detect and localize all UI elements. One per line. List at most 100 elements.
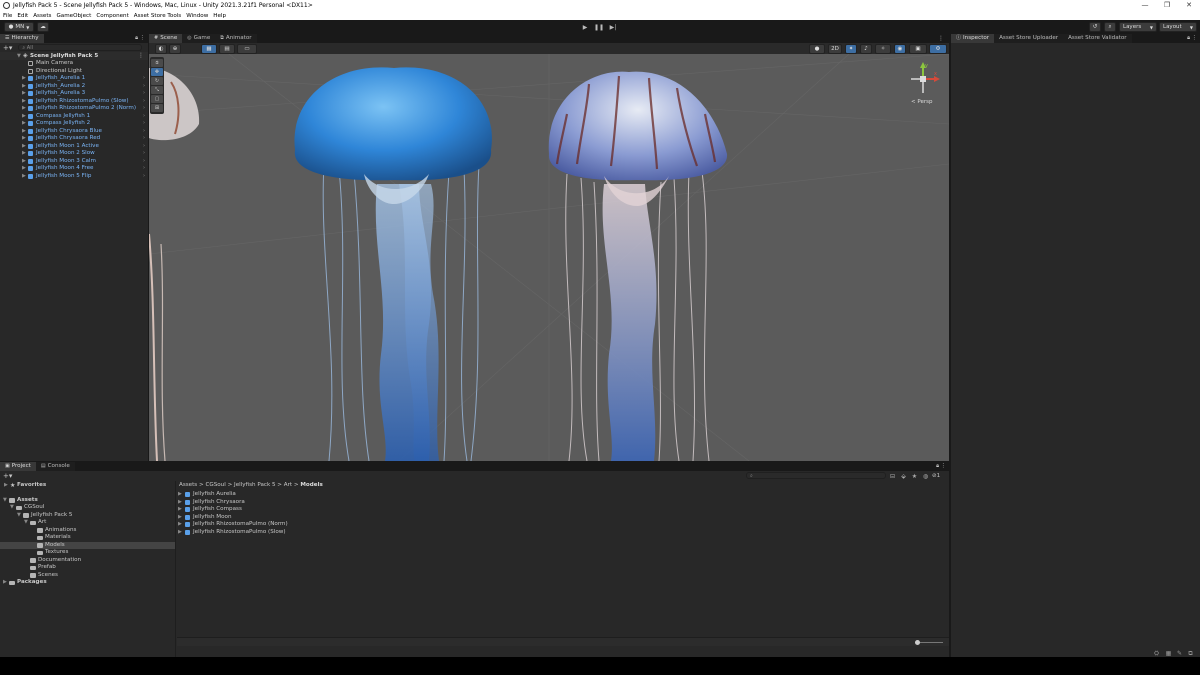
more-icon[interactable]: ⋮ <box>1192 35 1198 41</box>
camera-button[interactable]: ▣ <box>909 44 927 54</box>
expand-arrow-icon[interactable]: ▶ <box>178 506 182 514</box>
hierarchy-item[interactable]: Main Camera <box>0 60 148 68</box>
menu-help[interactable]: Help <box>213 13 226 19</box>
hierarchy-item[interactable]: ▶ › Jellyfish Moon 5 Flip <box>0 173 148 181</box>
hierarchy-item[interactable]: ▶ › Jellyfish_Aurelia 2 <box>0 83 148 91</box>
expand-arrow-icon[interactable]: ▶ <box>4 482 8 490</box>
history-button[interactable]: ↺ <box>1089 22 1101 32</box>
expand-arrow-icon[interactable]: ▶ <box>22 98 26 106</box>
gizmos-button[interactable]: ⚙ <box>929 44 947 54</box>
expand-arrow-icon[interactable]: ▶ <box>178 514 182 522</box>
graphics-icon[interactable]: ▦ <box>1165 650 1172 657</box>
expand-arrow-icon[interactable]: ▶ <box>22 105 26 113</box>
more-icon[interactable]: ⋮ <box>941 463 947 469</box>
expand-arrow-icon[interactable]: ▶ <box>22 83 26 91</box>
chevron-right-icon[interactable]: › <box>143 98 145 106</box>
expand-arrow-icon[interactable]: ▶ <box>22 173 26 181</box>
tab-game[interactable]: ◎ Game <box>182 34 216 43</box>
rotate-tool[interactable]: ↻ <box>151 77 163 85</box>
toggle-2d-button[interactable]: 2D <box>828 44 842 54</box>
breadcrumb-jellyfish-pack[interactable]: Jellyfish Pack 5 <box>234 482 275 488</box>
project-folder-item[interactable]: ▼ Jellyfish Pack 5 <box>0 512 175 520</box>
project-folder-item[interactable]: ▼ CGSoul <box>0 504 175 512</box>
asset-item[interactable]: ▶ Jellyfish Moon <box>177 514 949 522</box>
asset-item[interactable]: ▶ Jellyfish Chrysaora <box>177 499 949 507</box>
project-folder-item[interactable]: ▼ Art <box>0 519 175 527</box>
asset-item[interactable]: ▶ Jellyfish Compass <box>177 506 949 514</box>
expand-arrow-icon[interactable]: ▶ <box>22 158 26 166</box>
asset-item[interactable]: ▶ Jellyfish RhizostomaPulmo (Norm) <box>177 521 949 529</box>
scene-row[interactable]: ▼ ◈ Scene Jellyfish Pack 5 ⋮ <box>0 52 148 60</box>
tab-animator[interactable]: ⧉ Animator <box>215 34 257 43</box>
ruler-button[interactable]: ▭ <box>237 44 257 54</box>
menu-asset-store-tools[interactable]: Asset Store Tools <box>134 13 181 19</box>
layers-dropdown[interactable]: Layers ▼ <box>1119 22 1157 32</box>
favorite-icon[interactable]: ★ <box>911 473 918 480</box>
expand-arrow-icon[interactable]: ▶ <box>178 491 182 499</box>
hand-tool[interactable]: ✋︎ <box>151 59 163 67</box>
tab-asset-store-validator[interactable]: Asset Store Validator <box>1063 34 1132 43</box>
close-button[interactable]: ✕ <box>1178 0 1200 11</box>
hierarchy-item[interactable]: ▶ › Compass Jellyfish 1 <box>0 113 148 121</box>
expand-arrow-icon[interactable]: ▶ <box>22 120 26 128</box>
search-input[interactable]: ⌕ All <box>18 44 142 51</box>
expand-arrow-icon[interactable]: ▶ <box>22 135 26 143</box>
add-button[interactable]: +▾ <box>3 44 12 52</box>
layout-dropdown[interactable]: Layout ▼ <box>1159 22 1197 32</box>
hierarchy-item[interactable]: ▶ › Jellyfish Moon 4 Free <box>0 165 148 173</box>
expand-arrow-icon[interactable]: ▶ <box>22 143 26 151</box>
expand-arrow-icon[interactable]: ▶ <box>22 150 26 158</box>
project-folder-item[interactable]: Textures <box>0 549 175 557</box>
hierarchy-item[interactable]: ▶ › Jellyfish Moon 3 Calm <box>0 158 148 166</box>
asset-item[interactable]: ▶ Jellyfish RhizostomaPulmo (Slow) <box>177 529 949 537</box>
pause-button[interactable]: ❚❚ <box>592 22 606 32</box>
more-icon[interactable]: ⋮ <box>938 35 944 42</box>
step-button[interactable]: ▶| <box>606 22 620 32</box>
search-by-type-icon[interactable]: ⊟ <box>889 473 896 480</box>
chevron-right-icon[interactable]: › <box>143 75 145 83</box>
tab-inspector[interactable]: ⓘ Inspector <box>951 34 995 43</box>
chevron-right-icon[interactable]: › <box>143 158 145 166</box>
expand-arrow-icon[interactable]: ▼ <box>24 519 28 527</box>
account-button[interactable]: ● MN ▼ <box>4 22 34 32</box>
chevron-right-icon[interactable]: › <box>143 165 145 173</box>
expand-arrow-icon[interactable]: ▶ <box>178 529 182 537</box>
tab-scene[interactable]: # Scene <box>149 34 183 43</box>
expand-arrow-icon[interactable]: ▼ <box>10 504 14 512</box>
menu-gameobject[interactable]: GameObject <box>56 13 91 19</box>
tab-hierarchy[interactable]: ☰ Hierarchy <box>0 34 44 43</box>
scene-viewport[interactable]: ✋︎ ✥ ↻ ⤡ ▢ ⊞ y x < Persp <box>149 54 949 461</box>
menu-assets[interactable]: Assets <box>33 13 51 19</box>
scale-tool[interactable]: ⤡ <box>151 86 163 94</box>
lock-icon[interactable]: 🔒︎ <box>1187 35 1190 42</box>
hierarchy-item[interactable]: ▶ › Jellyfish Chrysaora Blue <box>0 128 148 136</box>
chevron-right-icon[interactable]: › <box>143 120 145 128</box>
expand-arrow-icon[interactable]: ▶ <box>178 521 182 529</box>
search-by-label-icon[interactable]: ⬙ <box>900 473 907 480</box>
rect-tool[interactable]: ▢ <box>151 95 163 103</box>
tab-asset-store-uploader[interactable]: Asset Store Uploader <box>994 34 1064 43</box>
project-search-input[interactable]: ⌕ <box>746 472 886 479</box>
hierarchy-item[interactable]: Directional Light <box>0 68 148 76</box>
menu-window[interactable]: Window <box>186 13 208 19</box>
pivot-button[interactable]: ⊕ <box>169 44 181 54</box>
hierarchy-item[interactable]: ▶ › Jellyfish RhizostomaPulmo (Slow) <box>0 98 148 106</box>
lock-icon[interactable]: 🔒︎ <box>135 35 138 42</box>
cloud-button[interactable]: ☁ <box>37 22 49 32</box>
hierarchy-item[interactable]: ▶ › Jellyfish_Aurelia 1 <box>0 75 148 83</box>
menu-component[interactable]: Component <box>96 13 128 19</box>
audio-button[interactable]: ♪ <box>860 44 872 54</box>
hidden-objects-button[interactable]: ◉ <box>894 44 906 54</box>
grid-snap-button[interactable]: ▦ <box>201 44 217 54</box>
tab-project[interactable]: ▣ Project <box>0 462 36 471</box>
tab-console[interactable]: ▤ Console <box>35 462 75 471</box>
lighting-button[interactable]: ✦ <box>845 44 857 54</box>
add-button[interactable]: +▾ <box>3 472 12 480</box>
perspective-label[interactable]: < Persp <box>911 99 932 105</box>
play-button[interactable]: ▶ <box>578 22 592 32</box>
hierarchy-item[interactable]: ▶ › Jellyfish_Aurelia 3 <box>0 90 148 98</box>
zoom-slider-handle[interactable] <box>915 639 920 645</box>
hierarchy-item[interactable]: ▶ › Jellyfish RhizostomaPulmo 2 (Norm) <box>0 105 148 113</box>
expand-arrow-icon[interactable]: ▶ <box>22 113 26 121</box>
chevron-right-icon[interactable]: › <box>143 173 145 181</box>
